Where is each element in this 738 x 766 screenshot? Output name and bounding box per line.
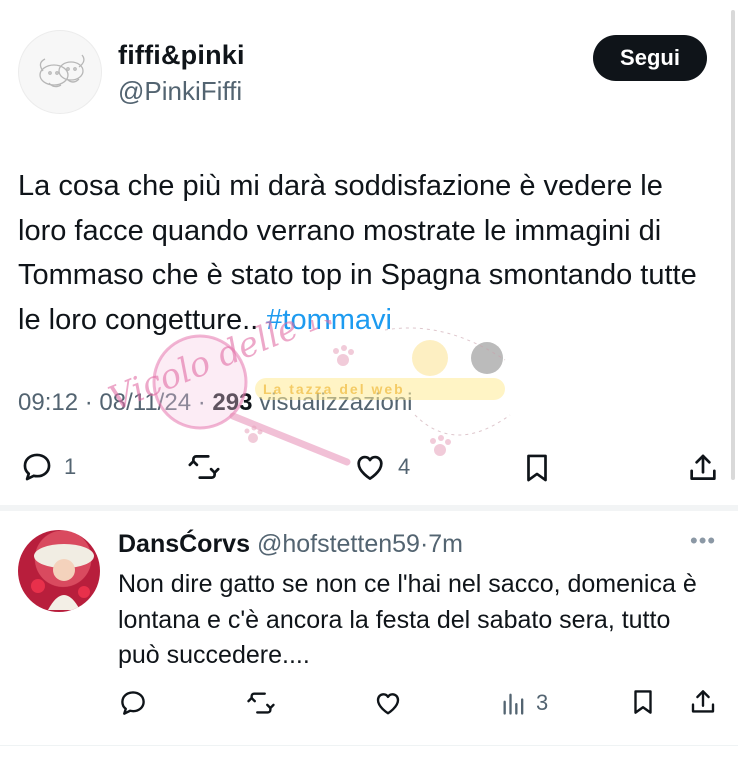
follow-button[interactable]: Segui	[593, 35, 707, 81]
reply-count: 1	[64, 454, 77, 479]
avatar[interactable]	[18, 30, 102, 114]
display-name[interactable]: fiffi&pinki	[118, 40, 245, 71]
bookmark-icon	[634, 690, 652, 714]
tweet-text: La cosa che più mi darà soddisfazione è …	[18, 164, 718, 342]
handle[interactable]: @PinkiFiffi	[118, 76, 242, 107]
scrollbar[interactable]	[731, 10, 735, 480]
reply-reply-button[interactable]	[118, 688, 148, 718]
reply-bookmark-button[interactable]	[628, 686, 658, 718]
more-icon[interactable]: •••	[690, 528, 716, 554]
reply-views-button[interactable]: 3	[500, 688, 548, 718]
heart-icon	[376, 693, 400, 715]
like-count: 4	[398, 454, 411, 479]
retweet-icon	[247, 692, 275, 714]
share-icon	[691, 690, 715, 713]
watermark-banner-text: La tazza del web	[263, 381, 405, 397]
share-button[interactable]	[686, 450, 720, 486]
reply-avatar[interactable]	[18, 530, 100, 612]
tweet-time[interactable]: 09:12	[18, 389, 78, 416]
divider	[0, 745, 738, 746]
watermark-logo: Vicolo delle News La tazza del web	[103, 320, 511, 466]
bookmark-button[interactable]	[520, 450, 554, 486]
reply-like-button[interactable]	[372, 688, 404, 718]
avatar-image-icon	[31, 544, 94, 610]
reply-display-name[interactable]: DansĆorvs	[118, 530, 250, 558]
views-chart-icon	[503, 693, 524, 715]
reply-share-button[interactable]	[688, 686, 718, 718]
reply-header: DansĆorvs @hofstetten59·7m	[118, 530, 463, 559]
avatar-sketch-icon	[39, 54, 85, 88]
reply-time[interactable]: 7m	[428, 530, 463, 558]
divider	[0, 505, 738, 511]
watermark-script-text: Vicolo delle News	[103, 320, 403, 419]
reply-text: Non dire gatto se non ce l'hai nel sacco…	[118, 570, 697, 669]
heart-icon	[357, 455, 383, 480]
bookmark-icon	[527, 454, 547, 482]
reply-icon	[121, 691, 145, 715]
retweet-button[interactable]	[186, 450, 232, 484]
reply-retweet-button[interactable]	[245, 688, 277, 718]
reply-icon	[23, 453, 51, 481]
share-icon	[690, 454, 716, 480]
reply-views-count: 3	[536, 690, 549, 715]
reply-button[interactable]: 1	[20, 450, 76, 484]
retweet-icon	[188, 455, 220, 479]
reply-handle[interactable]: @hofstetten59	[257, 530, 420, 558]
like-button[interactable]: 4	[352, 450, 410, 484]
